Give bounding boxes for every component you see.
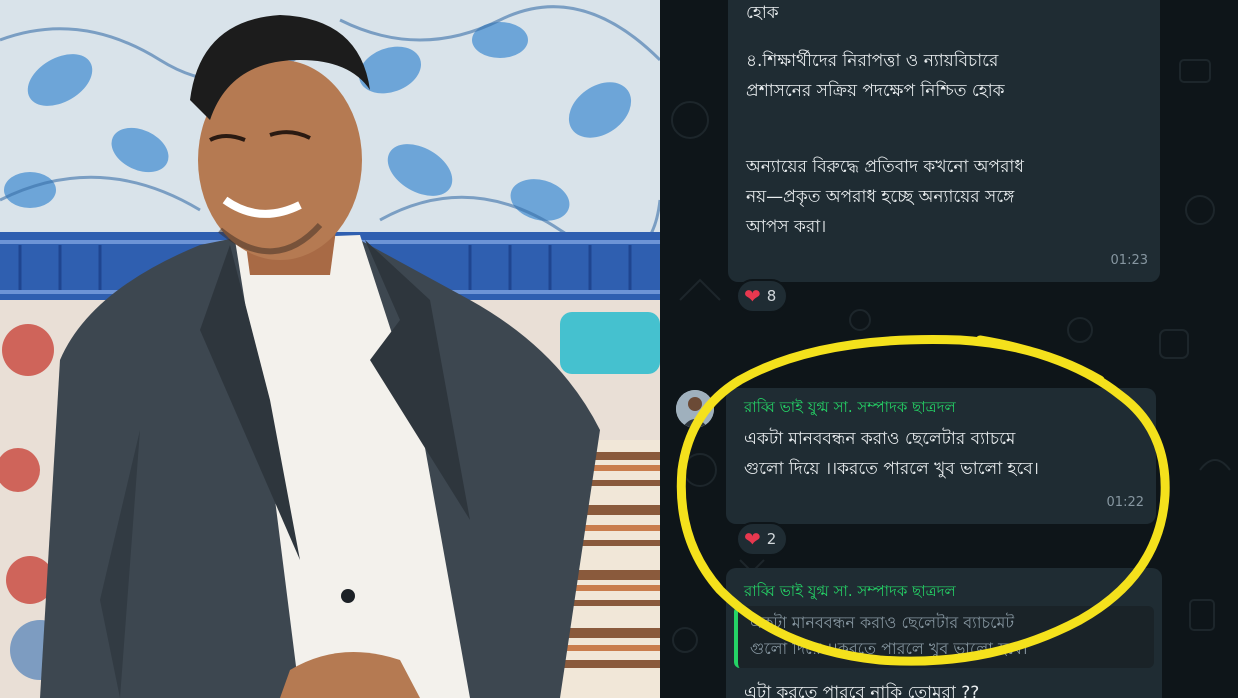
profile-photo (0, 0, 660, 698)
chat-screenshot: হোক ৪.শিক্ষার্থীদের নিরাপত্তা ও ন্যায়বি… (660, 0, 1238, 698)
message-2-text: একটা মানববন্ধন করাও ছেলেটার ব্যাচমে গুলো… (744, 429, 1039, 479)
heart-reaction-icon: ❤ (744, 284, 761, 308)
message-1-reaction[interactable]: ❤ 8 (736, 279, 789, 313)
message-1-text-top: হোক (746, 3, 779, 23)
photo-illustration (0, 0, 660, 698)
message-3-quoted-reply[interactable]: একটা মানববন্ধন করাও ছেলেটার ব্যাচমেট গুল… (734, 606, 1154, 668)
message-3-reply-text: এটা করতে পারবে নাকি তোমরা ?? (744, 683, 980, 698)
message-2-time: 01:22 (1106, 495, 1144, 510)
message-bubble-2[interactable]: রাব্বি ভাই যুগ্ম সা. সম্পাদক ছাত্রদল একট… (726, 388, 1156, 524)
message-1-time: 01:23 (1110, 253, 1148, 268)
message-2-reaction[interactable]: ❤ 2 (736, 522, 789, 556)
message-2-sender[interactable]: রাব্বি ভাই যুগ্ম সা. সম্পাদক ছাত্রদল (744, 396, 1138, 418)
message-1-quote: অন্যায়ের বিরুদ্ধে প্রতিবাদ কখনো অপরাধ ন… (746, 157, 1024, 237)
avatar-icon (676, 390, 714, 428)
heart-reaction-icon: ❤ (744, 527, 761, 551)
message-2-reaction-count: 2 (766, 530, 777, 548)
message-3-quoted-text: একটা মানববন্ধন করাও ছেলেটার ব্যাচমেট গুল… (750, 613, 1028, 658)
message-1-point-4: ৪.শিক্ষার্থীদের নিরাপত্তা ও ন্যায়বিচারে… (746, 51, 1005, 101)
avatar[interactable] (676, 390, 714, 428)
message-bubble-1[interactable]: হোক ৪.শিক্ষার্থীদের নিরাপত্তা ও ন্যায়বি… (728, 0, 1160, 282)
message-1-reaction-count: 8 (766, 287, 777, 305)
message-3-sender[interactable]: রাব্বি ভাই যুগ্ম সা. সম্পাদক ছাত্রদল (744, 580, 1144, 602)
